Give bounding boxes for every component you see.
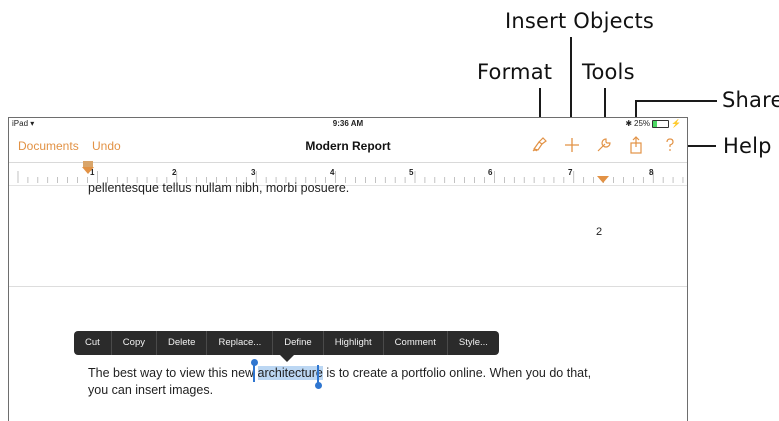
insert-objects-icon[interactable] — [562, 135, 582, 155]
toolbar: Documents Undo Modern Report — [9, 130, 687, 162]
ruler-number: 8 — [649, 168, 654, 177]
left-indent-marker[interactable] — [82, 167, 94, 175]
text-after-selection: is to create a portfolio online. When yo… — [322, 366, 592, 380]
style-menu-item[interactable]: Style... — [446, 331, 499, 355]
callout-line-share-h — [635, 100, 717, 102]
body-paragraph-line-1[interactable]: The best way to view this new architectu… — [88, 366, 591, 380]
define-menu-item[interactable]: Define — [272, 331, 322, 355]
battery-percent: 25% — [634, 119, 651, 128]
ruler-number: 3 — [251, 168, 256, 177]
highlight-menu-item[interactable]: Highlight — [322, 331, 383, 355]
ruler-number: 4 — [330, 168, 335, 177]
cut-menu-item[interactable]: Cut — [74, 331, 111, 355]
help-icon[interactable] — [660, 135, 680, 155]
format-icon[interactable] — [530, 135, 550, 155]
callout-share: Share — [722, 88, 779, 112]
status-right: ✱ 25% ⚡ — [625, 119, 681, 128]
context-menu-pointer — [280, 355, 294, 362]
callout-tools: Tools — [582, 60, 635, 84]
ipad-screen: iPad ▾ 9:36 AM ✱ 25% ⚡ Documents Undo Mo… — [8, 117, 688, 421]
selection-start-bar — [253, 364, 255, 382]
selected-word[interactable]: architecture — [257, 366, 323, 380]
charging-icon: ⚡ — [671, 119, 681, 128]
ruler-number: 7 — [568, 168, 573, 177]
ruler-number: 5 — [409, 168, 414, 177]
battery-fill — [653, 120, 657, 127]
callout-help: Help — [723, 134, 772, 158]
ruler-number: 6 — [488, 168, 493, 177]
document-title: Modern Report — [305, 139, 391, 153]
status-bar: iPad ▾ 9:36 AM ✱ 25% ⚡ — [9, 118, 687, 130]
page-number: 2 — [596, 226, 603, 238]
page-break — [9, 286, 687, 287]
tools-icon[interactable] — [594, 135, 614, 155]
previous-page-text: pellentesque tellus nullam nibh, morbi p… — [88, 181, 350, 195]
battery-icon — [652, 119, 670, 128]
selection-end-bar — [317, 365, 319, 383]
callout-insert-objects: Insert Objects — [505, 9, 655, 33]
replace-menu-item[interactable]: Replace... — [206, 331, 272, 355]
share-icon[interactable] — [626, 135, 646, 155]
comment-menu-item[interactable]: Comment — [382, 331, 447, 355]
body-paragraph-line-2[interactable]: you can insert images. — [88, 383, 213, 397]
context-menu: Cut Copy Delete Replace... Define Highli… — [74, 331, 499, 355]
selection-end-handle[interactable] — [315, 382, 322, 389]
status-time: 9:36 AM — [332, 119, 364, 128]
delete-menu-item[interactable]: Delete — [155, 331, 206, 355]
bluetooth-icon: ✱ — [625, 119, 633, 128]
right-indent-marker[interactable] — [597, 176, 609, 184]
copy-menu-item[interactable]: Copy — [110, 331, 156, 355]
text-before-selection: The best way to view this new — [88, 366, 258, 380]
ruler-number: 2 — [172, 168, 177, 177]
callout-format: Format — [477, 60, 553, 84]
